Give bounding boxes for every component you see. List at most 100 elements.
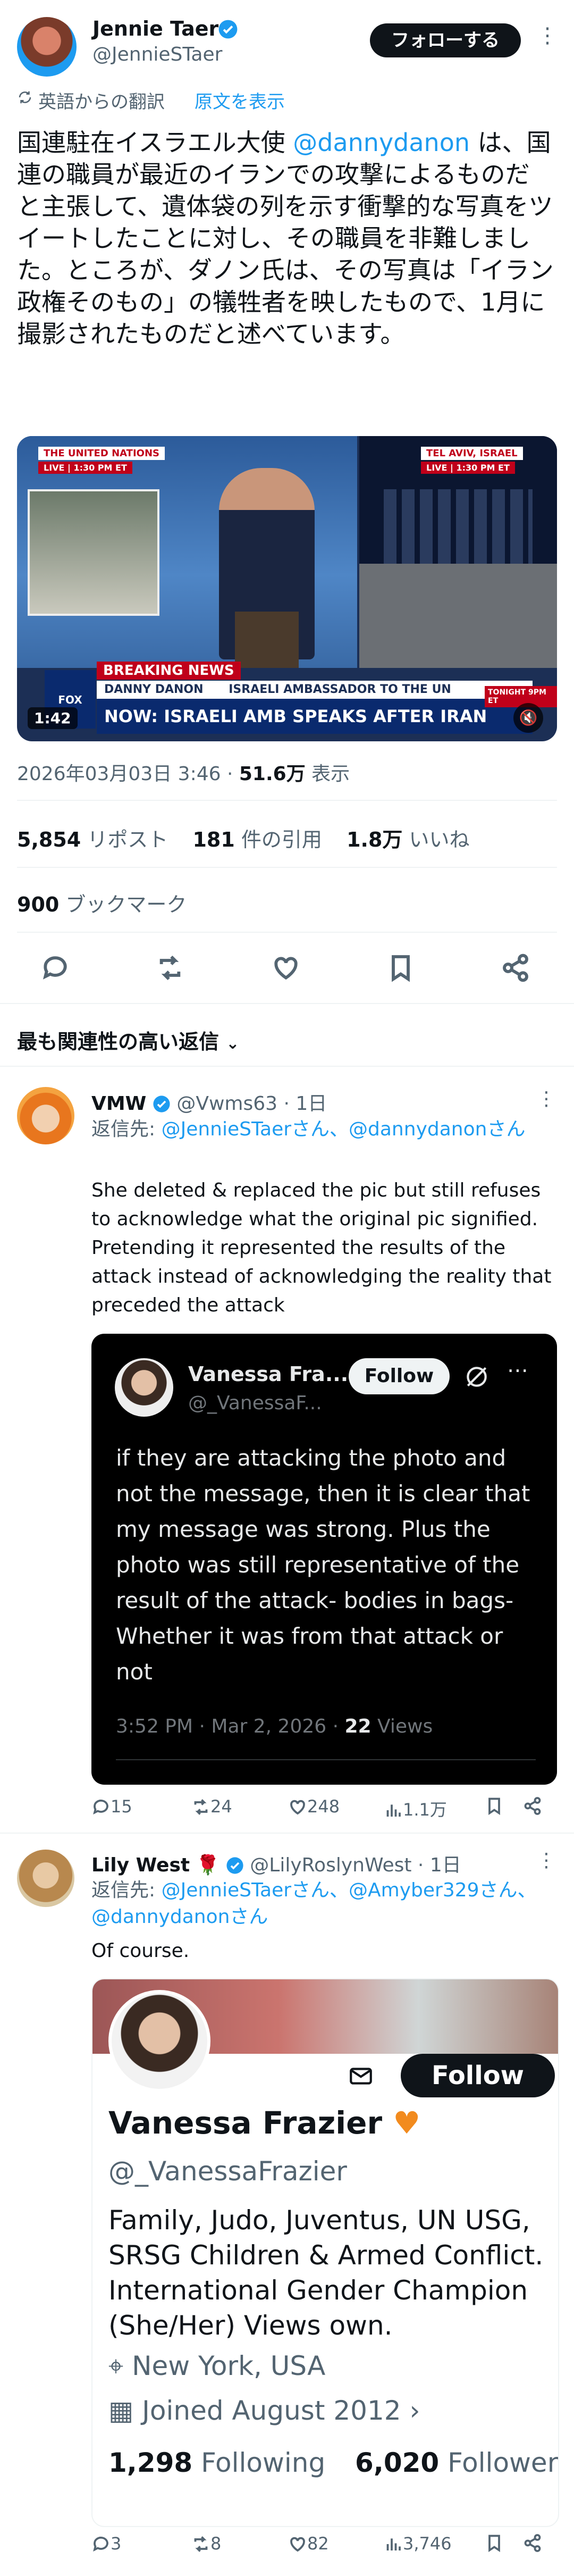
reply-1-text: She deleted & replaced the pic but still… — [91, 1180, 552, 1316]
reply-2-likes-count: 82 — [307, 2533, 329, 2554]
verified-badge-icon — [226, 1857, 243, 1874]
reply-2-reposts[interactable]: 8 — [191, 2533, 221, 2554]
quoted-follow-button[interactable]: Follow — [349, 1358, 450, 1394]
more-options-icon[interactable]: ⋮ — [537, 1850, 556, 1871]
author-name[interactable]: Jennie Taer — [92, 17, 218, 40]
orange-heart-icon: ♥ — [393, 2105, 421, 2141]
mute-icon[interactable]: 🔇 — [513, 703, 543, 733]
share-icon[interactable] — [523, 1796, 542, 1816]
rose-icon: 🌹 — [196, 1854, 220, 1876]
reply-sort-label: 最も関連性の高い返信 — [17, 1030, 220, 1053]
more-options-icon[interactable]: ⋮ — [537, 1088, 556, 1110]
video-tag-left: THE UNITED NATIONS — [38, 447, 165, 460]
message-icon — [350, 2068, 372, 2085]
likes-label: いいね — [402, 828, 470, 851]
profile-follow-button: Follow — [401, 2054, 555, 2097]
reply-1-reposts-count: 24 — [210, 1796, 232, 1817]
reply-2-reposts-count: 8 — [210, 2533, 222, 2554]
reply-icon[interactable] — [40, 953, 70, 983]
following-count: 1,298 — [108, 2447, 193, 2478]
author-handle[interactable]: @JennieSTaer — [92, 44, 222, 65]
reply-1-reposts[interactable]: 24 — [191, 1796, 232, 1817]
reply-2-handle[interactable]: @LilyRoslynWest — [250, 1854, 411, 1876]
reply-2-action-bar: 3 8 82 3,746 — [91, 2533, 559, 2557]
share-icon[interactable] — [501, 953, 530, 983]
like-icon — [290, 2537, 305, 2552]
tweet-text-part: は、国連の職員が最近のイランでの攻撃によるものだと主張して、遺体袋の列を示す衝撃… — [17, 128, 554, 348]
profile-avatar — [108, 1990, 210, 2092]
quoted-author-name[interactable]: Vanessa Fra... — [188, 1362, 348, 1386]
bookmarks-label: ブックマーク — [59, 893, 187, 916]
likes-count: 1.8万 — [347, 828, 403, 851]
bookmark-icon[interactable] — [485, 2533, 504, 2553]
share-icon[interactable] — [523, 2533, 542, 2553]
reply-2-time[interactable]: 1日 — [430, 1854, 461, 1876]
reply-icon — [93, 2537, 108, 2552]
reply-1-replies-count: 15 — [111, 1796, 132, 1817]
reply-2-avatar[interactable] — [17, 1850, 74, 1907]
likes-stat[interactable]: 1.8万 いいね — [347, 828, 469, 851]
promo-badge: TONIGHT 9PM ET — [485, 686, 557, 707]
breaking-news-text: BREAKING NEWS — [103, 663, 234, 679]
location-pin-icon: ⌖ — [108, 2351, 124, 2381]
tweet-action-bar — [0, 953, 574, 985]
quoted-author-handle[interactable]: @_VanessaF... — [188, 1392, 322, 1414]
bookmark-icon[interactable] — [386, 953, 416, 983]
tweet-text-part: 国連駐在イスラエル大使 — [17, 128, 293, 157]
person-title-text: ISRAELI AMBASSADOR TO THE UN — [229, 683, 451, 696]
person-label-text: DANNY DANON — [104, 683, 204, 696]
reply-2-views-count: 3,746 — [403, 2533, 452, 2554]
headline-text: NOW: ISRAELI AMB SPEAKS AFTER IRAN LEADE… — [104, 706, 487, 726]
verified-badge-icon — [218, 20, 238, 39]
quoted-tweet-meta: 3:52 PM · Mar 2, 2026 · 22 Views — [116, 1716, 433, 1737]
reply-1-likes[interactable]: 248 — [288, 1796, 340, 1817]
translate-icon — [19, 91, 31, 104]
reply-2-replies[interactable]: 3 — [91, 2533, 121, 2554]
more-options-icon[interactable]: ⋮ — [537, 23, 558, 48]
quoted-avatar[interactable] — [115, 1358, 173, 1417]
mention-link[interactable]: @dannydanon — [293, 128, 470, 157]
reposts-stat[interactable]: 5,854 リポスト — [17, 828, 168, 851]
quotes-stat[interactable]: 181 件の引用 — [192, 828, 322, 851]
held-photo — [28, 489, 159, 616]
timestamp-text: 2026年03月03日 3:46 — [17, 763, 221, 785]
reply-2-name[interactable]: Lily West — [91, 1854, 190, 1876]
reply-1-avatar[interactable] — [17, 1087, 74, 1144]
profile-bio: Family, Judo, Juventus, UN USG, SRSG Chi… — [108, 2205, 544, 2341]
tweet-timestamp[interactable]: 2026年03月03日 3:46 · 51.6万 表示 — [17, 758, 350, 786]
reply-1-replies[interactable]: 15 — [91, 1796, 132, 1817]
profile-card-image[interactable]: Follow Vanessa Frazier ♥ @_VanessaFrazie… — [91, 1978, 559, 2527]
bookmark-icon[interactable] — [485, 1796, 504, 1816]
reply-2-likes[interactable]: 82 — [288, 2533, 329, 2554]
follow-button[interactable]: フォローする — [370, 23, 521, 57]
replying-to-prefix: 返信先: — [91, 1118, 162, 1140]
like-icon[interactable] — [271, 953, 301, 983]
quoted-tweet-card[interactable]: Vanessa Fra... @_VanessaF... Follow ⋯ if… — [91, 1334, 557, 1785]
video-time-right-text: LIVE | 1:30 PM ET — [426, 463, 510, 473]
breaking-news-bar: BREAKING NEWS — [97, 662, 241, 680]
reply-1-name[interactable]: VMW — [91, 1093, 146, 1115]
repost-icon[interactable] — [155, 953, 185, 983]
reply-1-views-count: 1.1万 — [403, 1800, 447, 1820]
profile-joined-text: Joined August 2012 — [142, 2395, 401, 2426]
tweet-video[interactable]: THE UNITED NATIONS LIVE | 1:30 PM ET TEL… — [17, 436, 557, 741]
reply-1-views[interactable]: 1.1万 — [384, 1796, 447, 1821]
replying-to-mentions[interactable]: @JennieSTaerさん、@dannydanonさん — [162, 1118, 526, 1140]
profile-location: ⌖ New York, USA — [108, 2351, 325, 2382]
author-avatar[interactable] — [17, 17, 77, 77]
reply-sort-dropdown[interactable]: 最も関連性の高い返信 ⌄ — [17, 1025, 239, 1055]
city-skyline — [384, 489, 533, 564]
person-label-bar: DANNY DANON ISRAELI AMBASSADOR TO THE UN — [97, 681, 533, 699]
more-options-icon[interactable]: ⋯ — [507, 1358, 528, 1383]
calendar-icon: ▦ — [108, 2395, 134, 2426]
grok-icon[interactable] — [463, 1364, 490, 1390]
reply-1-time[interactable]: 1日 — [296, 1093, 327, 1115]
profile-name-text: Vanessa Frazier — [108, 2105, 383, 2141]
profile-handle: @_VanessaFrazier — [108, 2156, 347, 2187]
show-original-link[interactable]: 原文を表示 — [195, 87, 285, 113]
reply-2-views[interactable]: 3,746 — [384, 2533, 452, 2554]
reply-1-handle[interactable]: @Vwms63 — [176, 1093, 277, 1115]
bookmarks-stat[interactable]: 900 ブックマーク — [17, 888, 187, 917]
views-count: 51.6万 — [239, 763, 306, 785]
quotes-label: 件の引用 — [234, 828, 322, 851]
